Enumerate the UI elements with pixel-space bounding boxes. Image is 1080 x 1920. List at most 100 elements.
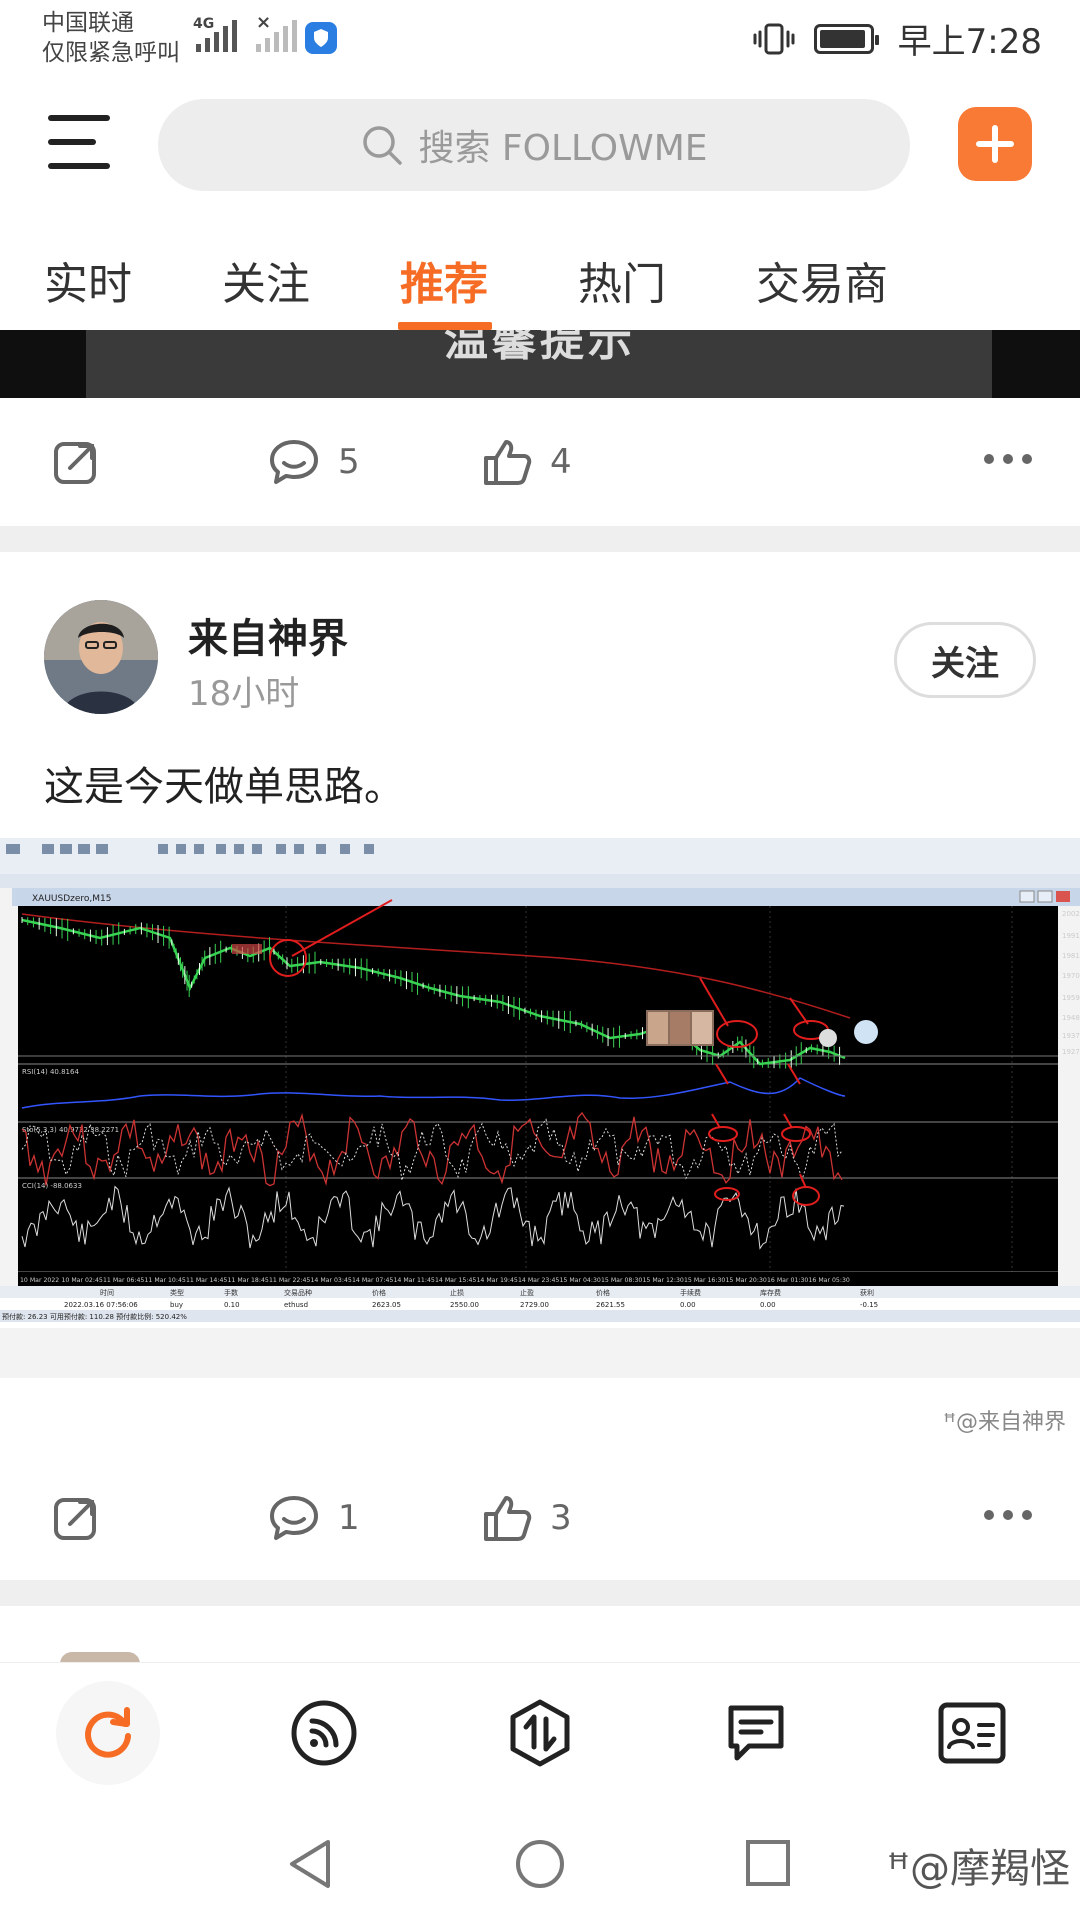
recents-icon[interactable]: [742, 1836, 794, 1892]
feed-icon: [291, 1700, 357, 1766]
signal-strength-icon: [196, 18, 237, 52]
trade-nav-button[interactable]: [488, 1681, 592, 1785]
tab-recommended[interactable]: 推荐: [400, 248, 488, 312]
time-axis-label: 15 Mar 12:30: [643, 1277, 684, 1284]
like-button[interactable]: 3: [482, 1458, 572, 1578]
share-icon: [54, 1498, 96, 1540]
table-cell: 2022.03.16 07:56:06: [64, 1301, 138, 1309]
svg-text:1959.4: 1959.4: [1062, 994, 1080, 1002]
profile-nav-button[interactable]: [920, 1681, 1024, 1785]
comment-count: 5: [338, 442, 360, 482]
table-cell: 2623.05: [372, 1301, 401, 1309]
image-watermark: ꟸ@来自神界: [943, 1410, 1066, 1435]
table-column-header: 库存费: [760, 1288, 781, 1297]
table-column-header: 价格: [372, 1288, 386, 1297]
refresh-button[interactable]: [56, 1681, 160, 1785]
refresh-icon: [85, 1707, 131, 1758]
svg-text:1948.6: 1948.6: [1062, 1014, 1080, 1022]
shield-icon: [305, 22, 337, 54]
time-axis-label: 14 Mar 19:45: [477, 1277, 518, 1284]
carrier-info: 中国联通 仅限紧急呼叫: [42, 8, 180, 68]
weibo-icon: ꟸ: [886, 1846, 910, 1892]
post-separator: [0, 526, 1080, 552]
table-cell: buy: [170, 1301, 183, 1309]
search-bar[interactable]: 搜索 FOLLOWME: [158, 99, 910, 191]
table-column-header: 时间: [100, 1288, 114, 1297]
like-button[interactable]: 4: [482, 402, 572, 522]
tab-following[interactable]: 关注: [222, 248, 310, 312]
time-axis-label: 15 Mar 04:30: [560, 1277, 601, 1284]
post-image-banner[interactable]: 温馨提示: [0, 330, 1080, 398]
svg-text:1981.0: 1981.0: [1062, 952, 1080, 960]
comment-icon: [270, 1496, 318, 1540]
more-icon[interactable]: [984, 1510, 1032, 1520]
time-axis-label: 11 Mar 14:45: [186, 1277, 227, 1284]
table-column-header: 止盈: [520, 1288, 534, 1297]
menu-icon[interactable]: [48, 115, 110, 169]
feed-nav-button[interactable]: [272, 1681, 376, 1785]
table-cell: 0.10: [224, 1301, 240, 1309]
table-column-header: 手续费: [680, 1288, 701, 1297]
avatar[interactable]: [44, 600, 158, 714]
vibrate-icon: [753, 23, 795, 54]
clock: 早上7:28: [897, 22, 1042, 62]
time-axis-label: 11 Mar 10:45: [145, 1277, 186, 1284]
carrier-name: 中国联通: [42, 10, 134, 36]
table-column-header: 止损: [450, 1288, 464, 1297]
table-cell: 0.00: [680, 1301, 696, 1309]
author-name[interactable]: 来自神界: [188, 606, 348, 664]
home-icon[interactable]: [512, 1836, 568, 1892]
rsi-label: RSI(14) 40.8164: [22, 1068, 79, 1076]
table-cell: ethusd: [284, 1301, 308, 1309]
post-image[interactable]: XAUUSDzero,M15 2002 1991 1981 1970 1959 …: [0, 838, 1080, 1378]
time-axis-label: 16 Mar 05:30: [809, 1277, 850, 1284]
svg-text:2002.4: 2002.4: [1062, 910, 1080, 918]
tab-brokers[interactable]: 交易商: [756, 248, 888, 312]
time-axis-label: 11 Mar 06:45: [103, 1277, 144, 1284]
table-cell: -0.15: [860, 1301, 878, 1309]
battery-icon: [813, 23, 879, 54]
bottom-navigation: [0, 1662, 1080, 1806]
balance-line: 预付款: 26.23 可用预付款: 110.28 预付款比例: 520.42%: [2, 1312, 187, 1321]
post-separator: [0, 1580, 1080, 1606]
more-icon[interactable]: [984, 454, 1032, 464]
svg-text:1991.8: 1991.8: [1062, 932, 1080, 940]
message-icon: [728, 1705, 784, 1761]
search-placeholder: 搜索 FOLLOWME: [418, 128, 708, 169]
table-cell: 0.00: [760, 1301, 776, 1309]
table-cell: 2550.00: [450, 1301, 479, 1309]
banner-text: 温馨提示: [444, 330, 636, 366]
active-tab-indicator: [398, 322, 492, 330]
screen-watermark: ꟸ@摩羯怪: [886, 1846, 1070, 1892]
share-button[interactable]: [52, 1458, 100, 1578]
search-icon: [363, 126, 403, 165]
time-axis-label: 15 Mar 20:30: [726, 1277, 767, 1284]
tab-hot[interactable]: 热门: [578, 248, 666, 312]
time-axis-label: 10 Mar 02:45: [62, 1277, 103, 1284]
table-cell: 2621.55: [596, 1301, 625, 1309]
post-actions-2: 1 3: [0, 1458, 1080, 1578]
chart-window-title: XAUUSDzero,M15: [32, 894, 112, 904]
cci-label: CCI(14) -88.0633: [22, 1182, 82, 1190]
table-column-header: 手数: [224, 1288, 238, 1297]
post-actions-1: 5 4: [0, 402, 1080, 522]
comment-button[interactable]: 5: [268, 402, 360, 522]
comment-button[interactable]: 1: [268, 1458, 360, 1578]
back-icon[interactable]: [284, 1836, 336, 1892]
time-axis-label: 10 Mar 2022: [20, 1277, 59, 1284]
time-axis-label: 15 Mar 16:30: [684, 1277, 725, 1284]
weibo-icon: ꟸ: [943, 1410, 956, 1435]
time-axis-label: 14 Mar 07:45: [352, 1277, 393, 1284]
table-column-header: 交易品种: [284, 1288, 312, 1297]
add-post-button[interactable]: [958, 107, 1032, 181]
share-button[interactable]: [52, 402, 100, 522]
tab-realtime[interactable]: 实时: [44, 248, 132, 312]
table-column-header: 获利: [860, 1288, 874, 1297]
post-text: 这是今天做单思路。: [44, 764, 404, 810]
feed-tabs: 实时 关注 推荐 热门 交易商: [0, 212, 1080, 330]
messages-nav-button[interactable]: [704, 1681, 808, 1785]
thumbs-up-icon: [484, 440, 532, 485]
follow-button[interactable]: 关注: [894, 622, 1036, 698]
app-header: 搜索 FOLLOWME: [0, 82, 1080, 212]
svg-text:1937.8: 1937.8: [1062, 1032, 1080, 1040]
